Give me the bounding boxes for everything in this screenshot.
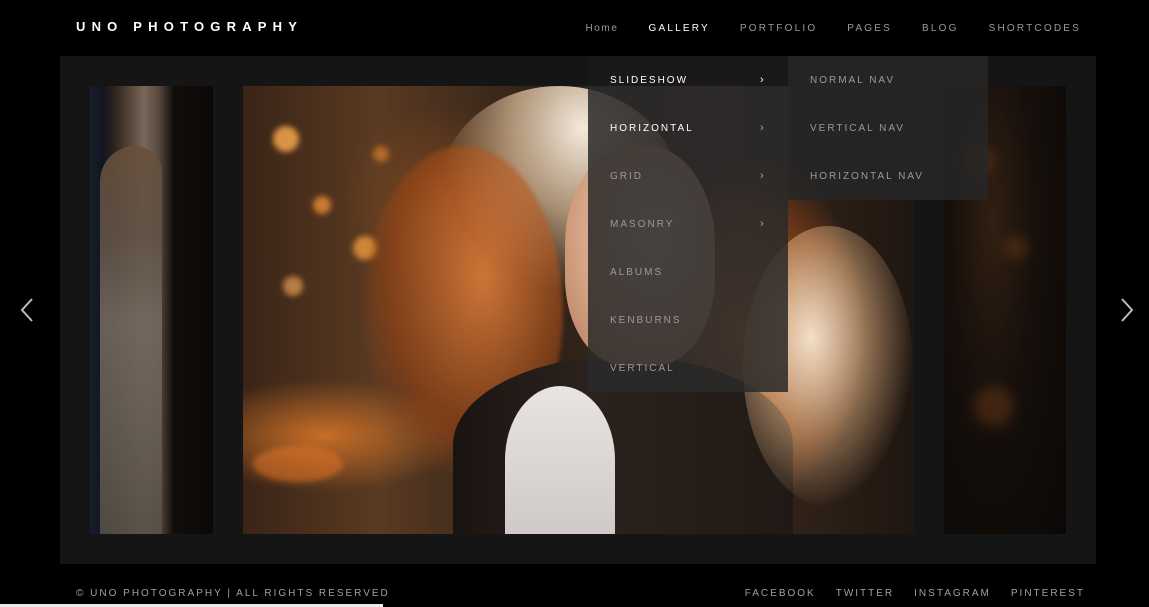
chevron-right-icon xyxy=(1121,298,1134,322)
bokeh-light xyxy=(273,126,299,152)
slideshow-submenu: NORMAL NAV VERTICAL NAV HORIZONTAL NAV xyxy=(788,56,988,200)
nav-item-pages[interactable]: PAGES xyxy=(847,23,892,34)
social-link-instagram[interactable]: INSTAGRAM xyxy=(914,588,991,599)
slider-next-button[interactable] xyxy=(1118,296,1136,324)
menu-item-vertical[interactable]: VERTICAL xyxy=(610,363,675,374)
social-link-twitter[interactable]: TWITTER xyxy=(836,588,894,599)
social-links: FACEBOOK TWITTER INSTAGRAM PINTEREST xyxy=(725,588,1085,599)
shirt xyxy=(505,386,615,534)
nav-item-home[interactable]: Home xyxy=(585,23,618,34)
menu-item-horizontal[interactable]: HORIZONTAL xyxy=(610,123,694,134)
bokeh-light xyxy=(283,276,303,296)
slide-shade xyxy=(90,86,213,534)
nav-item-portfolio[interactable]: PORTFOLIO xyxy=(740,23,817,34)
chevron-right-icon: › xyxy=(760,170,764,182)
nav-item-shortcodes[interactable]: SHORTCODES xyxy=(989,23,1081,34)
submenu-item-horizontal-nav[interactable]: HORIZONTAL NAV xyxy=(810,171,924,182)
social-link-pinterest[interactable]: PINTEREST xyxy=(1011,588,1085,599)
bokeh-light xyxy=(253,446,343,482)
menu-item-masonry[interactable]: MASONRY xyxy=(610,219,674,230)
chevron-right-icon: › xyxy=(760,218,764,230)
menu-item-kenburns[interactable]: KENBURNS xyxy=(610,315,682,326)
chevron-right-icon: › xyxy=(760,74,764,86)
bokeh-light xyxy=(313,196,331,214)
submenu-item-normal-nav[interactable]: NORMAL NAV xyxy=(810,75,895,86)
bokeh-light xyxy=(373,146,389,162)
submenu-item-vertical-nav[interactable]: VERTICAL NAV xyxy=(810,123,905,134)
nav-item-blog[interactable]: BLOG xyxy=(922,23,959,34)
chevron-left-icon xyxy=(20,298,33,322)
social-link-facebook[interactable]: FACEBOOK xyxy=(745,588,816,599)
footer-copyright: © UNO PHOTOGRAPHY | ALL RIGHTS RESERVED xyxy=(76,588,390,599)
menu-item-grid[interactable]: GRID xyxy=(610,171,643,182)
menu-item-slideshow[interactable]: SLIDESHOW xyxy=(610,75,688,86)
chevron-right-icon: › xyxy=(760,122,764,134)
main-nav: Home GALLERY PORTFOLIO PAGES BLOG SHORTC… xyxy=(555,0,1081,56)
menu-item-albums[interactable]: ALBUMS xyxy=(610,267,663,278)
nav-item-gallery[interactable]: GALLERY xyxy=(649,23,710,34)
slider-prev-button[interactable] xyxy=(18,296,36,324)
site-header: UNO PHOTOGRAPHY Home GALLERY PORTFOLIO P… xyxy=(0,0,1149,56)
gallery-dropdown: SLIDESHOW › HORIZONTAL › GRID › MASONRY … xyxy=(588,56,788,392)
site-logo[interactable]: UNO PHOTOGRAPHY xyxy=(76,19,303,34)
slide-previous[interactable] xyxy=(90,86,213,534)
